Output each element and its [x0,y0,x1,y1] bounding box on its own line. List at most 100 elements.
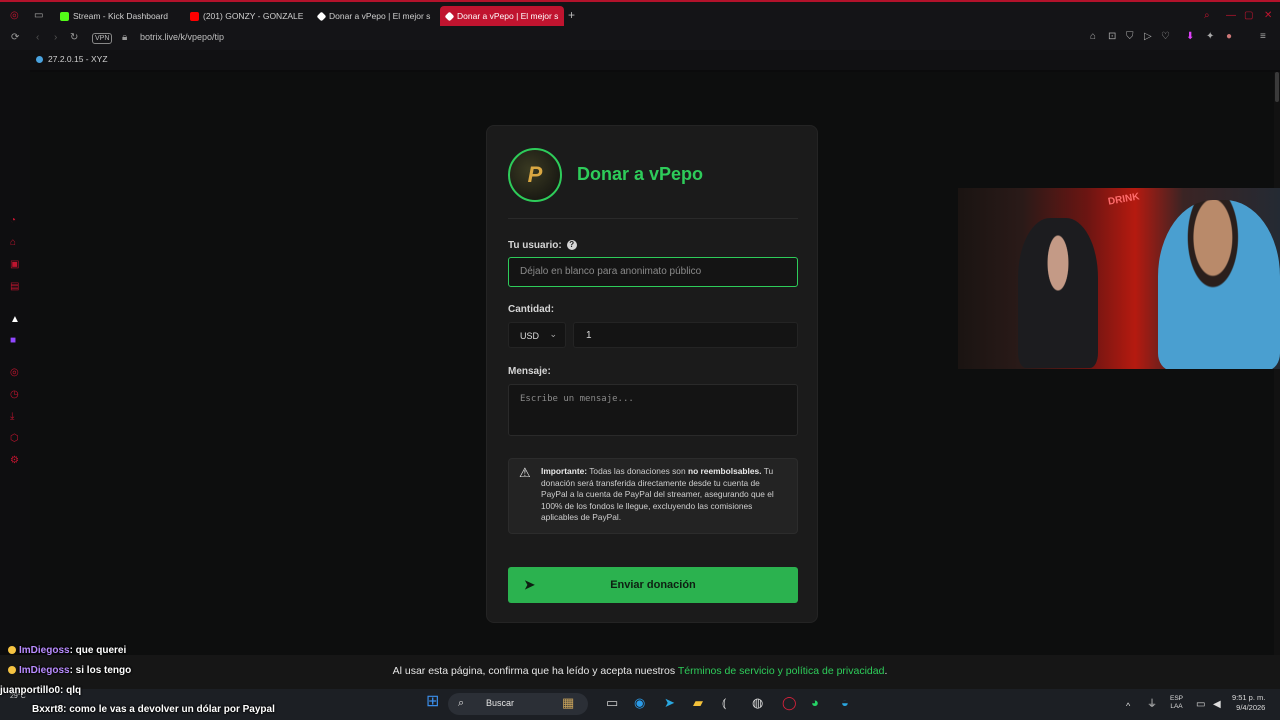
sidebar-clock-icon[interactable]: ◷ [10,390,19,400]
bookmark-item[interactable]: 27.2.0.15 - XYZ [48,54,108,64]
botrix-icon [316,11,327,21]
download-icon[interactable]: ⬇ [1186,31,1194,42]
chat-text: : qlq [60,685,82,696]
username-label: Tu usuario:? [508,240,577,251]
tab-overview-icon[interactable]: ▭ [34,10,43,21]
clock[interactable]: 9:51 p. m. 9/4/2026 [1232,693,1265,713]
close-icon[interactable]: ✕ [1264,10,1272,21]
tab-donar-active[interactable]: Donar a vPepo | El mejor s [440,6,564,26]
tab-label: Donar a vPepo | El mejor s [457,11,559,21]
clock-time: 9:51 p. m. [1232,693,1266,702]
bookmark-icon [36,56,43,63]
tab-kick-dashboard[interactable]: Stream - Kick Dashboard [54,6,184,26]
username-input[interactable]: Déjalo en blanco para anonimato público [508,257,798,287]
chat-message: Bxxrt8: como le vas a devolver un dólar … [32,704,275,715]
chat-message: ImDiegoss: si los tengo [8,665,131,676]
streamer-left [1018,218,1098,368]
currency-select[interactable]: USD ⌄ [508,322,566,348]
message-textarea[interactable]: Escribe un mensaje... [508,384,798,436]
tab-bar: ◎ ▭ Stream - Kick Dashboard (201) GONZY … [0,0,1280,28]
terms-link[interactable]: Términos de servicio y política de priva… [678,665,885,677]
volume-icon[interactable]: ◀ [1213,698,1221,712]
discord-icon[interactable]: ◒ [841,696,849,710]
sidebar-history-icon[interactable]: ◔ [10,216,16,226]
edge-icon[interactable]: ◉ [634,696,645,710]
widget-image-icon[interactable]: ▦ [562,696,574,710]
currency-value: USD [520,331,540,341]
folder-icon[interactable]: ▰ [693,696,703,710]
terms-period: . [884,665,888,677]
minimize-icon[interactable]: — [1226,10,1236,21]
notice-box: ⚠ Importante: Todas las donaciones son n… [508,458,798,534]
submit-label: Enviar donación [610,579,696,591]
tab-donar-1[interactable]: Donar a vPepo | El mejor s [312,6,436,26]
channel-logo: P [508,148,562,202]
sidebar-twitch-icon[interactable]: ■ [10,336,16,346]
screenshot-icon[interactable]: ⊡ [1108,31,1116,42]
terms-banner: Al usar esta página, confirma que ha leí… [0,655,1280,689]
vpn-badge[interactable]: VPN [92,33,113,44]
heart-icon[interactable]: ♡ [1161,31,1170,42]
telegram-icon[interactable]: ➤ [664,696,675,710]
browser-sidebar: ◔ ⌂ ▣ ▤ ▲ ■ ◎ ◷ ⤓ ⬡ ⚙ [0,70,30,650]
submit-donation-button[interactable]: ➤ Enviar donación [508,567,798,603]
maximize-icon[interactable]: ▢ [1244,10,1253,21]
chat-text: : como le vas a devolver un dólar por Pa… [63,704,275,715]
chevron-down-icon: ⌄ [549,329,557,339]
new-tab-button[interactable]: + [568,9,575,21]
task-view-icon[interactable]: ▭ [606,696,618,710]
donation-card: P Donar a vPepo Tu usuario:? Déjalo en b… [486,125,818,623]
sidebar-bag-icon[interactable]: ⌂ [10,238,16,248]
sidebar-chat-icon[interactable]: ▣ [10,260,19,270]
youtube-icon [190,11,199,21]
url-field[interactable]: botrix.live/k/vpepo/tip [140,32,224,42]
scrollbar-thumb[interactable] [1275,72,1279,102]
mic-icon[interactable]: ⏚ [1147,698,1157,712]
extensions-icon[interactable]: ✦ [1206,31,1214,42]
avatar[interactable]: ● [1226,31,1232,42]
play-icon[interactable]: ▷ [1144,31,1152,42]
sidebar-download-icon[interactable]: ⤓ [10,412,14,422]
windows-start-icon[interactable]: ⊞ [426,694,439,710]
tab-label: (201) GONZY - GONZALE [203,11,304,21]
back-icon[interactable]: ‹ [36,32,39,43]
bookmarks-bar: 27.2.0.15 - XYZ [0,50,1280,70]
sidebar-target-icon[interactable]: ◎ [10,368,19,378]
tab-label: Donar a vPepo | El mejor s [329,11,431,21]
lang-secondary: LAA [1170,703,1183,710]
sidebar-settings-icon[interactable]: ⚙ [10,456,19,466]
help-icon[interactable]: ? [566,240,577,251]
sidebar-app-icon[interactable]: ▲ [10,315,20,325]
epic-icon[interactable]: ⦅ [722,696,726,710]
whatsapp-icon[interactable]: ◕ [811,696,819,710]
sidebar-cube-icon[interactable]: ⬡ [10,434,19,444]
warning-icon: ⚠ [519,465,531,480]
camera-icon[interactable]: ⌂ [1090,31,1096,42]
tray-chevron-icon[interactable]: ^ [1126,699,1130,713]
chat-message: ImDiegoss: que querei [8,645,126,656]
botrix-icon [444,11,455,21]
streamer-right [1158,200,1280,369]
tab-youtube[interactable]: (201) GONZY - GONZALE [184,6,308,26]
language-indicator[interactable]: ESP LAA [1170,695,1183,711]
sidebar-window-icon[interactable]: ▤ [10,282,19,292]
kick-icon [60,11,69,21]
reload-icon[interactable]: ↻ [70,32,78,43]
forward-icon[interactable]: › [54,32,57,43]
chat-user: ImDiegoss [19,645,70,656]
menu-icon[interactable]: ≡ [1260,31,1266,42]
screen: ◎ ▭ Stream - Kick Dashboard (201) GONZY … [0,0,1280,720]
steam-icon[interactable]: ◍ [752,696,763,710]
clock-date: 9/4/2026 [1236,703,1266,712]
reload-side-icon[interactable]: ⟳ [11,32,19,43]
username-label-text: Tu usuario: [508,240,562,251]
amount-input[interactable]: 1 [573,322,798,348]
chat-badge-icon [8,666,16,675]
shield-icon[interactable]: ⛉ [1126,31,1134,42]
browser-logo-icon[interactable]: ◎ [10,10,19,21]
network-icon[interactable]: ▭ [1196,698,1205,712]
chat-user: juanportillo0 [0,685,60,696]
search-tabs-icon[interactable]: ⌕ [1204,10,1210,21]
opera-gx-icon[interactable]: ◯ [782,696,797,710]
lock-icon[interactable]: 🔒︎ [122,32,127,43]
